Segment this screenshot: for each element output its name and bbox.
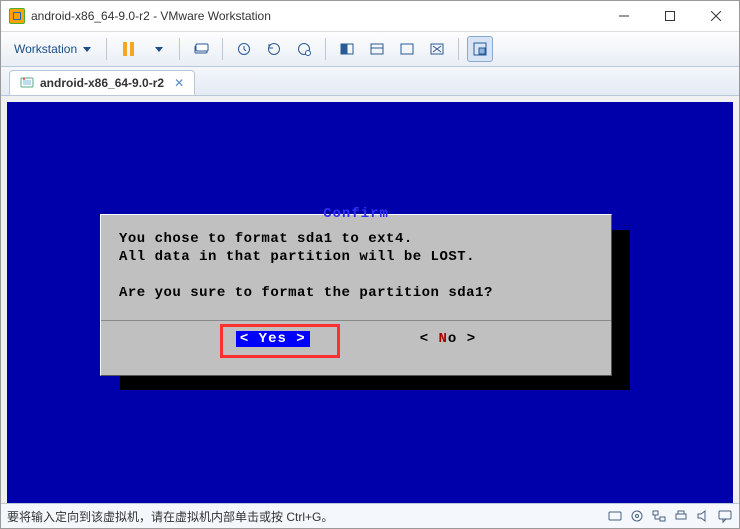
snapshot-take-button[interactable] (231, 36, 257, 62)
unity-icon (429, 41, 445, 57)
dialog-line: All data in that partition will be LOST. (119, 248, 593, 266)
clock-icon (236, 41, 252, 57)
titlebar: android-x86_64-9.0-r2 - VMware Workstati… (1, 1, 739, 32)
tab-strip: android-x86_64-9.0-r2 ✕ (1, 67, 739, 96)
chevron-down-icon (155, 47, 163, 52)
cd-icon[interactable] (629, 508, 645, 524)
workstation-menu-label: Workstation (14, 42, 77, 56)
pause-button[interactable] (115, 36, 141, 62)
toolbar: Workstation (1, 32, 739, 67)
vm-icon (20, 76, 34, 90)
close-icon (711, 11, 721, 21)
clock-gear-icon (296, 41, 312, 57)
dialog-line: Are you sure to format the partition sda… (119, 284, 593, 302)
send-ctrl-alt-del-button[interactable] (188, 36, 214, 62)
clock-back-icon (266, 41, 282, 57)
view-split-button[interactable] (364, 36, 390, 62)
dialog-body: You chose to format sda1 to ext4. All da… (101, 222, 611, 302)
pause-icon (123, 42, 134, 56)
maximize-icon (665, 11, 675, 21)
thumbnail-button[interactable] (467, 36, 493, 62)
confirm-dialog: Confirm You chose to format sda1 to ext4… (100, 214, 612, 376)
thumbnail-icon (472, 41, 488, 57)
separator (179, 38, 180, 60)
unity-button[interactable] (424, 36, 450, 62)
spacer (119, 266, 593, 284)
app-window: android-x86_64-9.0-r2 - VMware Workstati… (0, 0, 740, 529)
dialog-buttons: < Yes > < No > (101, 320, 611, 347)
message-icon[interactable] (717, 508, 733, 524)
separator (222, 38, 223, 60)
tab-close-icon[interactable]: ✕ (174, 76, 184, 90)
separator (325, 38, 326, 60)
workstation-menu[interactable]: Workstation (7, 38, 98, 60)
power-dropdown[interactable] (145, 36, 171, 62)
status-message: 要将输入定向到该虚拟机，请在虚拟机内部单击或按 Ctrl+G。 (7, 508, 601, 525)
chevron-down-icon (83, 47, 91, 52)
printer-icon[interactable] (673, 508, 689, 524)
maximize-button[interactable] (647, 1, 693, 31)
separator (458, 38, 459, 60)
window-title: android-x86_64-9.0-r2 - VMware Workstati… (31, 9, 601, 23)
snapshot-revert-button[interactable] (261, 36, 287, 62)
dialog-title: Confirm (101, 206, 611, 222)
app-icon (9, 8, 25, 24)
split-vertical-icon (339, 41, 355, 57)
dialog-line: You chose to format sda1 to ext4. (119, 230, 593, 248)
tab-vm[interactable]: android-x86_64-9.0-r2 ✕ (9, 70, 195, 95)
fullscreen-icon (399, 41, 415, 57)
minimize-button[interactable] (601, 1, 647, 31)
snapshot-manager-button[interactable] (291, 36, 317, 62)
status-bar: 要将输入定向到该虚拟机，请在虚拟机内部单击或按 Ctrl+G。 (1, 503, 739, 528)
sound-icon[interactable] (695, 508, 711, 524)
fullscreen-button[interactable] (394, 36, 420, 62)
layout-icon (369, 41, 385, 57)
close-button[interactable] (693, 1, 739, 31)
annotation-highlight (220, 324, 340, 358)
keys-icon (193, 41, 209, 57)
view-console-button[interactable] (334, 36, 360, 62)
tab-label: android-x86_64-9.0-r2 (40, 76, 164, 90)
network-icon[interactable] (651, 508, 667, 524)
separator (106, 38, 107, 60)
vm-console[interactable]: Confirm You chose to format sda1 to ext4… (1, 96, 739, 503)
no-button[interactable]: < No > (420, 331, 476, 347)
disk-icon[interactable] (607, 508, 623, 524)
minimize-icon (619, 11, 629, 21)
